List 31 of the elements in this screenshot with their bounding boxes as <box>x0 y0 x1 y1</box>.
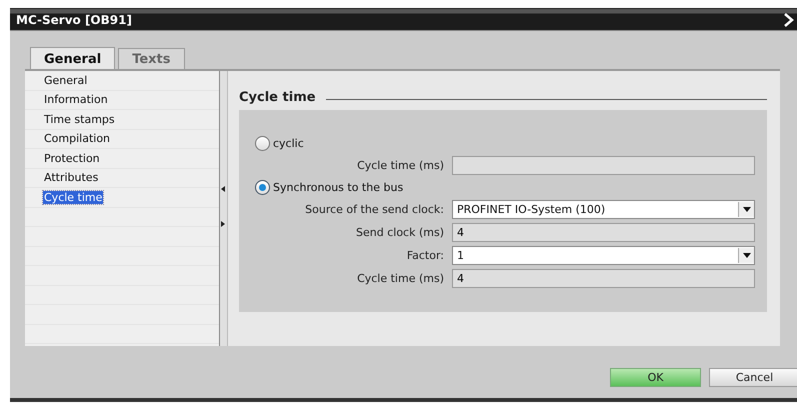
input-field[interactable]: 4 <box>452 268 755 288</box>
radio-label[interactable]: Synchronous to the bus <box>273 180 404 194</box>
radio-label[interactable]: cyclic <box>273 136 304 150</box>
dropdown-caret-icon[interactable] <box>738 202 754 216</box>
input-field[interactable]: 4 <box>452 222 755 242</box>
cancel-button[interactable]: Cancel <box>709 368 797 387</box>
sidebar-item[interactable]: General <box>43 74 88 87</box>
field-label: Send clock (ms) <box>355 226 445 238</box>
dropdown-caret-icon[interactable] <box>738 248 754 262</box>
tab[interactable]: Texts <box>118 48 184 69</box>
sidebar-item[interactable]: Cycle time <box>43 190 104 204</box>
field-label: Source of the send clock: <box>304 202 445 216</box>
field-label: Factor: <box>406 248 445 262</box>
field-label: Cycle time (ms) <box>356 158 445 172</box>
sidebar-item[interactable]: Information <box>43 93 109 106</box>
sidebar-item[interactable]: Protection <box>43 152 101 165</box>
window-title: MC-Servo [OB91] <box>16 12 132 26</box>
tab[interactable]: General <box>30 47 116 71</box>
input-field[interactable] <box>452 156 755 174</box>
sidebar-item[interactable]: Compilation <box>43 132 112 146</box>
sidebar-item[interactable]: Attributes <box>43 171 100 184</box>
section-title: Cycle time <box>239 90 316 105</box>
splitter-handle[interactable] <box>220 71 228 346</box>
dropdown-field[interactable]: 1 <box>452 246 755 264</box>
ok-button[interactable]: OK <box>610 368 701 387</box>
sidebar-item[interactable]: Time stamps <box>43 112 116 126</box>
radio-button[interactable] <box>255 136 270 150</box>
field-label: Cycle time (ms) <box>356 272 445 284</box>
close-icon[interactable] <box>784 12 794 26</box>
radio-button[interactable] <box>255 180 270 194</box>
dropdown-field[interactable]: PROFINET IO-System (100) <box>452 200 755 218</box>
